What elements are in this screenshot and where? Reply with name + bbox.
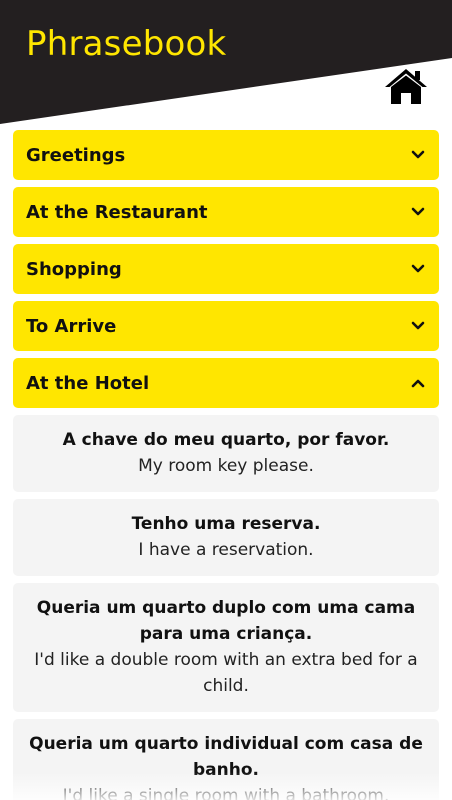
phrase-english: My room key please. bbox=[138, 456, 314, 476]
phrase-portuguese: A chave do meu quarto, por favor. bbox=[62, 430, 390, 450]
category-to-arrive[interactable]: To Arrive bbox=[13, 301, 439, 351]
chevron-down-icon bbox=[411, 150, 425, 159]
phrase-portuguese: Tenho uma reserva. bbox=[131, 514, 321, 534]
category-label: To Arrive bbox=[26, 315, 117, 337]
app-screen: Phrasebook Greetings At the Restaurant S… bbox=[0, 0, 452, 800]
category-label: Shopping bbox=[26, 258, 122, 280]
category-label: At the Hotel bbox=[26, 372, 150, 394]
phrase-english: I'd like a double room with an extra bed… bbox=[34, 650, 418, 696]
phrase-card[interactable]: A chave do meu quarto, por favor. My roo… bbox=[13, 415, 439, 492]
category-at-the-restaurant[interactable]: At the Restaurant bbox=[13, 187, 439, 237]
category-label: Greetings bbox=[26, 144, 126, 166]
chevron-up-icon bbox=[411, 379, 425, 388]
phrase-english: I have a reservation. bbox=[138, 540, 314, 560]
chevron-down-icon bbox=[411, 264, 425, 273]
category-at-the-hotel[interactable]: At the Hotel bbox=[13, 358, 439, 408]
phrase-portuguese: Queria um quarto duplo com uma cama para… bbox=[36, 598, 416, 644]
phrase-list: Greetings At the Restaurant Shopping To … bbox=[0, 130, 452, 800]
app-header: Phrasebook bbox=[0, 0, 452, 124]
category-greetings[interactable]: Greetings bbox=[13, 130, 439, 180]
home-icon bbox=[385, 69, 427, 104]
category-label: At the Restaurant bbox=[26, 201, 208, 223]
chevron-down-icon bbox=[411, 321, 425, 330]
phrase-card[interactable]: Queria um quarto duplo com uma cama para… bbox=[13, 583, 439, 712]
phrase-card[interactable]: Tenho uma reserva. I have a reservation. bbox=[13, 499, 439, 576]
chevron-down-icon bbox=[411, 207, 425, 216]
phrase-portuguese: Queria um quarto individual com casa de … bbox=[29, 734, 423, 780]
phrase-english: I'd like a single room with a bathroom. bbox=[62, 786, 390, 800]
page-title: Phrasebook bbox=[26, 24, 227, 64]
category-shopping[interactable]: Shopping bbox=[13, 244, 439, 294]
home-button[interactable] bbox=[383, 66, 429, 106]
phrase-card[interactable]: Queria um quarto individual com casa de … bbox=[13, 719, 439, 800]
